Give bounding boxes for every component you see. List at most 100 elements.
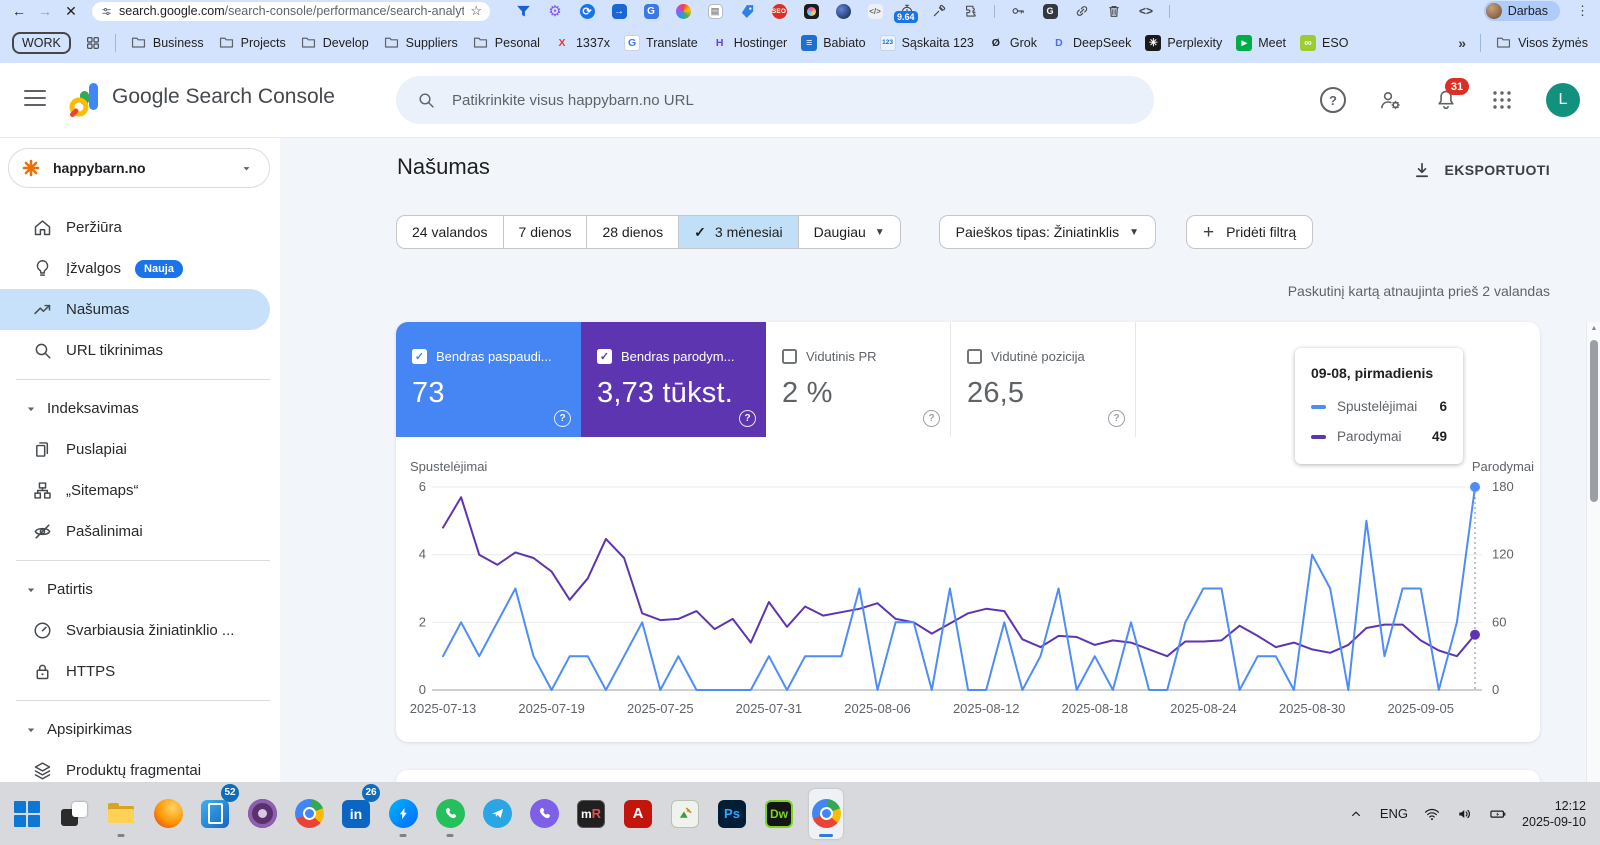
stop-icon[interactable]: ✕ (62, 0, 80, 22)
sidebar-item-izvalgos[interactable]: Įžvalgos Nauja (0, 248, 280, 289)
bookmark-projects[interactable]: Projects (218, 34, 286, 51)
back-icon[interactable]: ← (10, 0, 28, 22)
file-explorer[interactable] (104, 789, 138, 839)
tor-browser[interactable] (245, 789, 279, 839)
sidebar-item-pasalinimai[interactable]: Pašalinimai (0, 511, 280, 552)
forward-icon[interactable]: → (36, 0, 54, 22)
sidebar-item-nasumas[interactable]: Našumas (0, 289, 270, 330)
help-icon[interactable]: ? (739, 410, 756, 427)
tab-group-work[interactable]: WORK (12, 31, 71, 54)
bookmark-translate[interactable]: G Translate (624, 34, 698, 51)
color-wheel-extension-icon[interactable] (674, 2, 692, 20)
bookmark-babiato[interactable]: ≡ Babiato (801, 34, 866, 51)
clock[interactable]: 12:12 2025-09-10 (1522, 798, 1586, 830)
date-range-24-valandos[interactable]: 24 valandos (397, 216, 503, 248)
account-avatar[interactable]: L (1546, 83, 1580, 117)
funnel-extension-icon[interactable] (514, 2, 532, 20)
scrollbar[interactable]: ▲ (1586, 322, 1600, 782)
bookmark-pesonal[interactable]: Pesonal (472, 34, 540, 51)
sidebar-item-produktu-fragmentai[interactable]: Produktų fragmentai (0, 750, 280, 782)
date-range-3-menesiai[interactable]: ✓ 3 mėnesiai (678, 216, 798, 248)
password-key-icon[interactable] (1009, 2, 1027, 20)
acrobat[interactable]: A (621, 789, 655, 839)
date-range-7-dienos[interactable]: 7 dienos (502, 216, 587, 248)
translate-dark-icon[interactable]: G (1041, 2, 1059, 20)
bookmark-1337x[interactable]: X 1337x (554, 35, 610, 51)
seo-extension-icon[interactable]: SEO (770, 2, 788, 20)
metric-tile-vidutine-pozicija[interactable]: Vidutinė pozicija 26,5? (951, 322, 1136, 437)
mirc[interactable]: mR (574, 789, 608, 839)
bookmark-business[interactable]: Business (130, 34, 204, 51)
sidebar-item-url-tikrinimas[interactable]: URL tikrinimas (0, 330, 280, 371)
language-indicator[interactable]: ENG (1380, 806, 1408, 821)
whatsapp[interactable] (433, 789, 467, 839)
sidebar-item-puslapiai[interactable]: Puslapiai (0, 429, 280, 470)
dreamweaver[interactable]: Dw (762, 789, 796, 839)
eyedropper-extension-icon[interactable] (930, 2, 948, 20)
messenger[interactable] (386, 789, 420, 839)
gear-extension-icon[interactable]: ⚙ (546, 2, 564, 20)
menu-hamburger-icon[interactable] (24, 90, 46, 106)
task-view-button[interactable] (57, 789, 91, 839)
search-type-chip[interactable]: Paieškos tipas: Žiniatinklis ▼ (938, 215, 1156, 249)
help-icon[interactable]: ? (554, 410, 571, 427)
browser-profile-button[interactable]: Darbas (1483, 1, 1560, 21)
google-apps-button[interactable] (1490, 88, 1514, 112)
sidebar-section-patirtis[interactable]: Patirtis (0, 569, 280, 610)
add-filter-chip[interactable]: + Pridėti filtrą (1185, 215, 1314, 249)
volume-icon[interactable] (1456, 805, 1474, 823)
browser-menu-icon[interactable]: ⋮ (1576, 3, 1590, 19)
image-editor[interactable] (668, 789, 702, 839)
metric-checkbox-unchecked[interactable] (967, 349, 982, 364)
sidebar-item-svarbiausia-ziniatinklio[interactable]: Svarbiausia žiniatinklio ... (0, 610, 280, 651)
bookmark-saskaita-123[interactable]: 123 Sąskaita 123 (879, 34, 974, 51)
bookmark-develop[interactable]: Develop (300, 34, 369, 51)
site-settings-icon[interactable] (100, 5, 113, 18)
battery-icon[interactable] (1489, 805, 1507, 823)
date-range-28-dienos[interactable]: 28 dienos (586, 216, 678, 248)
sidebar-section-indeksavimas[interactable]: Indeksavimas (0, 388, 280, 429)
metric-checkbox-unchecked[interactable] (782, 349, 797, 364)
metric-checkbox-checked[interactable]: ✓ (597, 349, 612, 364)
bookmark-meet[interactable]: ▸ Meet (1236, 34, 1286, 51)
link-icon[interactable] (1073, 2, 1091, 20)
notes-extension-icon[interactable]: ▤ (706, 2, 724, 20)
scrollbar-thumb[interactable] (1590, 340, 1598, 502)
sidebar-section-apsipirkimas[interactable]: Apsipirkimas (0, 709, 280, 750)
firefox[interactable] (151, 789, 185, 839)
translate-extension-icon[interactable]: G (642, 2, 660, 20)
linkedin[interactable]: in 26 (339, 783, 380, 839)
photoshop[interactable]: Ps (715, 789, 749, 839)
tag-extension-icon[interactable] (738, 2, 756, 20)
property-selector[interactable]: happybarn.no (8, 148, 270, 188)
code-extension-icon[interactable]: </> (866, 2, 884, 20)
camera-extension-icon[interactable] (802, 2, 820, 20)
metric-tile-bendras-parodym[interactable]: ✓ Bendras parodym... 3,73 tūkst.? (581, 322, 766, 437)
bookmarks-overflow-icon[interactable]: » (1458, 35, 1466, 51)
trash-icon[interactable] (1105, 2, 1123, 20)
bookmark-eso[interactable]: ∞ ESO (1300, 34, 1348, 51)
extensions-puzzle-icon[interactable] (962, 2, 980, 20)
phone-link[interactable]: 52 (198, 783, 239, 839)
start-button[interactable] (10, 789, 44, 839)
bookmark-suppliers[interactable]: Suppliers (383, 34, 458, 51)
sidebar-item-sitemaps[interactable]: „Sitemaps“ (0, 470, 280, 511)
date-range-daugiau[interactable]: Daugiau ▼ (797, 216, 900, 248)
bookmark-deepseek[interactable]: D DeepSeek (1051, 35, 1131, 51)
bookmark-visos-zymes[interactable]: Visos žymės (1495, 34, 1588, 51)
help-button[interactable]: ? (1320, 87, 1346, 113)
metric-tile-bendras-paspaudi[interactable]: ✓ Bendras paspaudi... 73? (396, 322, 581, 437)
notifications-button[interactable]: 31 (1434, 78, 1469, 112)
scroll-up-arrow[interactable]: ▲ (1587, 325, 1600, 332)
help-icon[interactable]: ? (923, 410, 940, 427)
user-settings-button[interactable] (1378, 88, 1402, 112)
address-bar[interactable]: search.google.com/search-console/perform… (92, 1, 490, 21)
viber[interactable] (527, 789, 561, 839)
wifi-icon[interactable] (1423, 805, 1441, 823)
tray-expand-icon[interactable] (1347, 805, 1365, 823)
sphere-extension-icon[interactable] (834, 2, 852, 20)
help-icon[interactable]: ? (1108, 410, 1125, 427)
stopwatch-extension-icon[interactable]: 9.64 (894, 2, 918, 23)
bookmark-star-icon[interactable]: ☆ (470, 3, 482, 19)
performance-chart[interactable]: Spustelėjimai Parodymai 0 0 2 60 4 120 6 180 2025-… (396, 455, 1540, 742)
